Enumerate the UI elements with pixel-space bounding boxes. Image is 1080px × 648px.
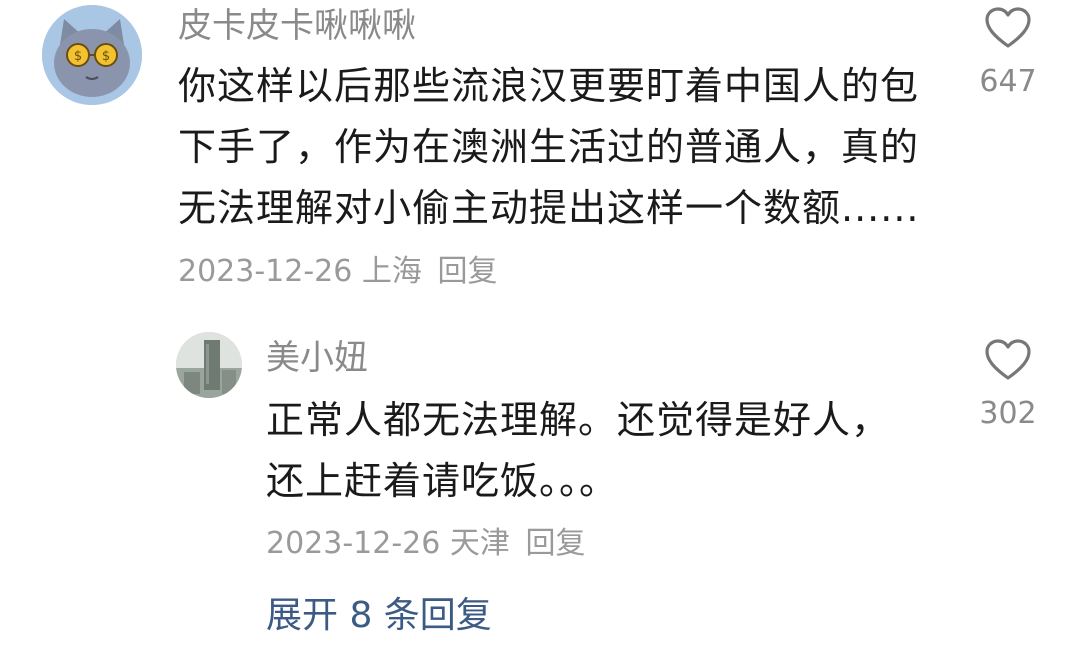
user-avatar[interactable]: $ $ — [42, 5, 142, 105]
heart-icon — [985, 7, 1031, 48]
like-button[interactable]: 302 — [968, 338, 1048, 432]
comment-location: 上海 — [361, 254, 422, 289]
like-button[interactable]: 647 — [968, 6, 1048, 100]
expand-replies-button[interactable]: 展开 8 条回复 — [266, 594, 492, 638]
reply-button[interactable]: 回复 — [525, 526, 585, 561]
building-avatar-icon — [176, 332, 242, 398]
comment-text-line: 下手了，作为在澳洲生活过的普通人，真的 — [178, 125, 920, 169]
comment-meta: 2023-12-26 上海 回复 — [178, 254, 497, 290]
comment-text-line: 无法理解对小偷主动提出这样一个数额...... — [178, 186, 920, 230]
heart-icon — [985, 339, 1031, 380]
comment-username[interactable]: 美小妞 — [266, 338, 368, 378]
comment-text: 你这样以后那些流浪汉更要盯着中国人的包 下手了，作为在澳洲生活过的普通人，真的 … — [178, 56, 919, 239]
cat-avatar-icon: $ $ — [42, 5, 142, 105]
reply-button[interactable]: 回复 — [437, 254, 497, 289]
user-avatar[interactable] — [176, 332, 242, 398]
comment-meta: 2023-12-26 天津 回复 — [266, 526, 585, 562]
svg-text:$: $ — [102, 49, 110, 64]
like-count: 647 — [979, 64, 1037, 99]
comment-date: 2023-12-26 — [266, 526, 441, 561]
comment-date: 2023-12-26 — [178, 254, 353, 289]
comment-location: 天津 — [449, 526, 510, 561]
comment-username[interactable]: 皮卡皮卡啾啾啾 — [178, 6, 416, 46]
comment-text-line: 还上赶着请吃饭。。。 — [266, 459, 619, 503]
comment-text: 正常人都无法理解。还觉得是好人， 还上赶着请吃饭。。。 — [266, 390, 890, 512]
like-count: 302 — [979, 396, 1037, 431]
comment-text-line: 正常人都无法理解。还觉得是好人， — [266, 398, 891, 442]
comment-text-line: 你这样以后那些流浪汉更要盯着中国人的包 — [178, 64, 920, 108]
svg-text:$: $ — [74, 49, 82, 64]
